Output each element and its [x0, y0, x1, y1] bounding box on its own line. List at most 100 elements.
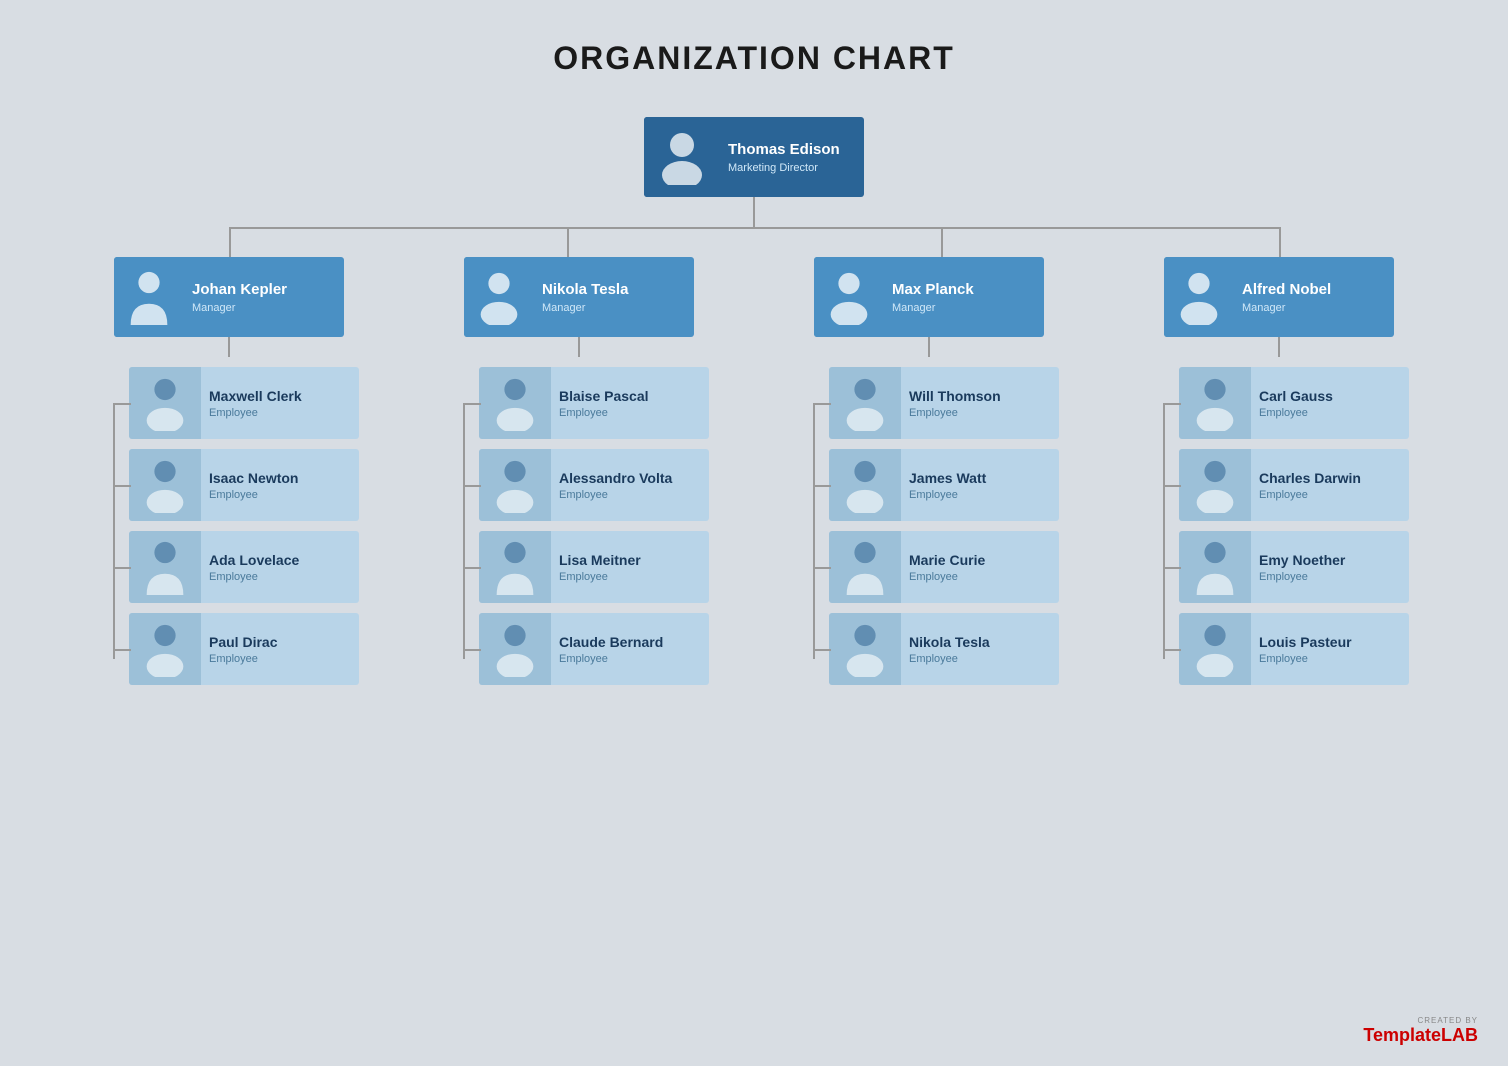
employee-item-1-1: Alessandro Volta Employee: [479, 449, 709, 521]
watermark-brand-accent: LAB: [1441, 1025, 1478, 1045]
employee-role-2-0: Employee: [909, 407, 1051, 419]
mgr-emp-connectors: [74, 337, 1434, 357]
employee-card-0-2: Ada Lovelace Employee: [129, 531, 359, 603]
manager-avatar-1: [464, 257, 534, 337]
branch-v-4: [1279, 227, 1281, 257]
employee-card-3-2: Emy Noether Employee: [1179, 531, 1409, 603]
employee-role-3-3: Employee: [1259, 653, 1401, 665]
employee-role-0-1: Employee: [209, 489, 351, 501]
director-card: Thomas Edison Marketing Director: [644, 117, 864, 197]
emp-hline-0-3: [113, 649, 131, 651]
manager-card-2: Max Planck Manager: [814, 257, 1044, 337]
watermark-created-by: CREATED BY: [1417, 1016, 1478, 1025]
employee-card-0-3: Paul Dirac Employee: [129, 613, 359, 685]
emp-hline-3-0: [1163, 403, 1181, 405]
employee-name-3-0: Carl Gauss: [1259, 387, 1401, 405]
employee-item-2-1: James Watt Employee: [829, 449, 1059, 521]
manager-info-2: Max Planck Manager: [884, 276, 1044, 318]
employees-section: Maxwell Clerk Employee Isaac Newton Empl…: [74, 367, 1434, 695]
employee-role-2-1: Employee: [909, 489, 1051, 501]
director-avatar: [644, 117, 720, 197]
emp-hline-3-2: [1163, 567, 1181, 569]
manager-avatar-0: [114, 257, 184, 337]
emp-hline-0-1: [113, 485, 131, 487]
employee-card-2-3: Nikola Tesla Employee: [829, 613, 1059, 685]
emp-hline-2-3: [813, 649, 831, 651]
manager-name-1: Nikola Tesla: [542, 280, 686, 300]
emp-hline-1-2: [463, 567, 481, 569]
manager-card-1: Nikola Tesla Manager: [464, 257, 694, 337]
employee-name-1-1: Alessandro Volta: [559, 469, 701, 487]
employee-item-3-0: Carl Gauss Employee: [1179, 367, 1409, 439]
employee-role-2-2: Employee: [909, 571, 1051, 583]
employee-info-0-1: Isaac Newton Employee: [201, 465, 359, 505]
manager-role-1: Manager: [542, 302, 686, 314]
employee-item-1-3: Claude Bernard Employee: [479, 613, 709, 685]
employee-info-0-0: Maxwell Clerk Employee: [201, 383, 359, 423]
emp-vline-1: [463, 403, 465, 659]
employee-name-3-1: Charles Darwin: [1259, 469, 1401, 487]
employee-info-3-3: Louis Pasteur Employee: [1251, 629, 1409, 669]
employee-card-1-2: Lisa Meitner Employee: [479, 531, 709, 603]
employee-card-1-0: Blaise Pascal Employee: [479, 367, 709, 439]
employee-role-3-1: Employee: [1259, 489, 1401, 501]
employee-item-3-1: Charles Darwin Employee: [1179, 449, 1409, 521]
emp-vline-3: [1163, 403, 1165, 659]
manager-name-2: Max Planck: [892, 280, 1036, 300]
employee-role-3-0: Employee: [1259, 407, 1401, 419]
employee-avatar-0-0: [129, 367, 201, 439]
manager-col-2: Max Planck Manager: [774, 257, 1084, 337]
employee-info-2-3: Nikola Tesla Employee: [901, 629, 1059, 669]
director-connector-down: [753, 197, 755, 227]
branch-h-line: [229, 227, 1279, 229]
employee-avatar-3-0: [1179, 367, 1251, 439]
employee-card-1-1: Alessandro Volta Employee: [479, 449, 709, 521]
manager-avatar-3: [1164, 257, 1234, 337]
employee-info-2-0: Will Thomson Employee: [901, 383, 1059, 423]
org-chart: Thomas Edison Marketing Director Johan K…: [30, 117, 1478, 695]
employee-name-3-2: Emy Noether: [1259, 551, 1401, 569]
manager-card-0: Johan Kepler Manager: [114, 257, 344, 337]
employee-avatar-0-3: [129, 613, 201, 685]
employee-name-2-2: Marie Curie: [909, 551, 1051, 569]
employee-role-0-3: Employee: [209, 653, 351, 665]
employee-role-2-3: Employee: [909, 653, 1051, 665]
employee-item-0-2: Ada Lovelace Employee: [129, 531, 359, 603]
employee-name-0-2: Ada Lovelace: [209, 551, 351, 569]
emp-hline-2-1: [813, 485, 831, 487]
employee-avatar-0-1: [129, 449, 201, 521]
employee-item-0-0: Maxwell Clerk Employee: [129, 367, 359, 439]
employee-info-1-3: Claude Bernard Employee: [551, 629, 709, 669]
employee-card-3-1: Charles Darwin Employee: [1179, 449, 1409, 521]
employee-name-1-3: Claude Bernard: [559, 633, 701, 651]
employee-item-3-3: Louis Pasteur Employee: [1179, 613, 1409, 685]
manager-name-3: Alfred Nobel: [1242, 280, 1386, 300]
employee-item-2-3: Nikola Tesla Employee: [829, 613, 1059, 685]
manager-info-1: Nikola Tesla Manager: [534, 276, 694, 318]
employee-card-3-0: Carl Gauss Employee: [1179, 367, 1409, 439]
employee-avatar-3-1: [1179, 449, 1251, 521]
employee-card-0-0: Maxwell Clerk Employee: [129, 367, 359, 439]
emp-hline-3-3: [1163, 649, 1181, 651]
employee-role-0-2: Employee: [209, 571, 351, 583]
emp-vline-2: [813, 403, 815, 659]
employee-avatar-1-2: [479, 531, 551, 603]
employee-item-1-0: Blaise Pascal Employee: [479, 367, 709, 439]
manager-role-2: Manager: [892, 302, 1036, 314]
employee-role-1-2: Employee: [559, 571, 701, 583]
employee-avatar-2-2: [829, 531, 901, 603]
watermark: CREATED BY TemplateLAB: [1363, 1016, 1478, 1046]
employee-name-2-3: Nikola Tesla: [909, 633, 1051, 651]
employee-card-2-0: Will Thomson Employee: [829, 367, 1059, 439]
employee-role-1-1: Employee: [559, 489, 701, 501]
employee-info-3-1: Charles Darwin Employee: [1251, 465, 1409, 505]
employee-info-1-1: Alessandro Volta Employee: [551, 465, 709, 505]
manager-avatar-2: [814, 257, 884, 337]
employee-card-2-2: Marie Curie Employee: [829, 531, 1059, 603]
emp-hline-1-3: [463, 649, 481, 651]
chart-title: ORGANIZATION CHART: [553, 40, 955, 77]
manager-col-3: Alfred Nobel Manager: [1124, 257, 1434, 337]
employee-item-0-3: Paul Dirac Employee: [129, 613, 359, 685]
emp-hline-2-2: [813, 567, 831, 569]
manager-info-0: Johan Kepler Manager: [184, 276, 344, 318]
